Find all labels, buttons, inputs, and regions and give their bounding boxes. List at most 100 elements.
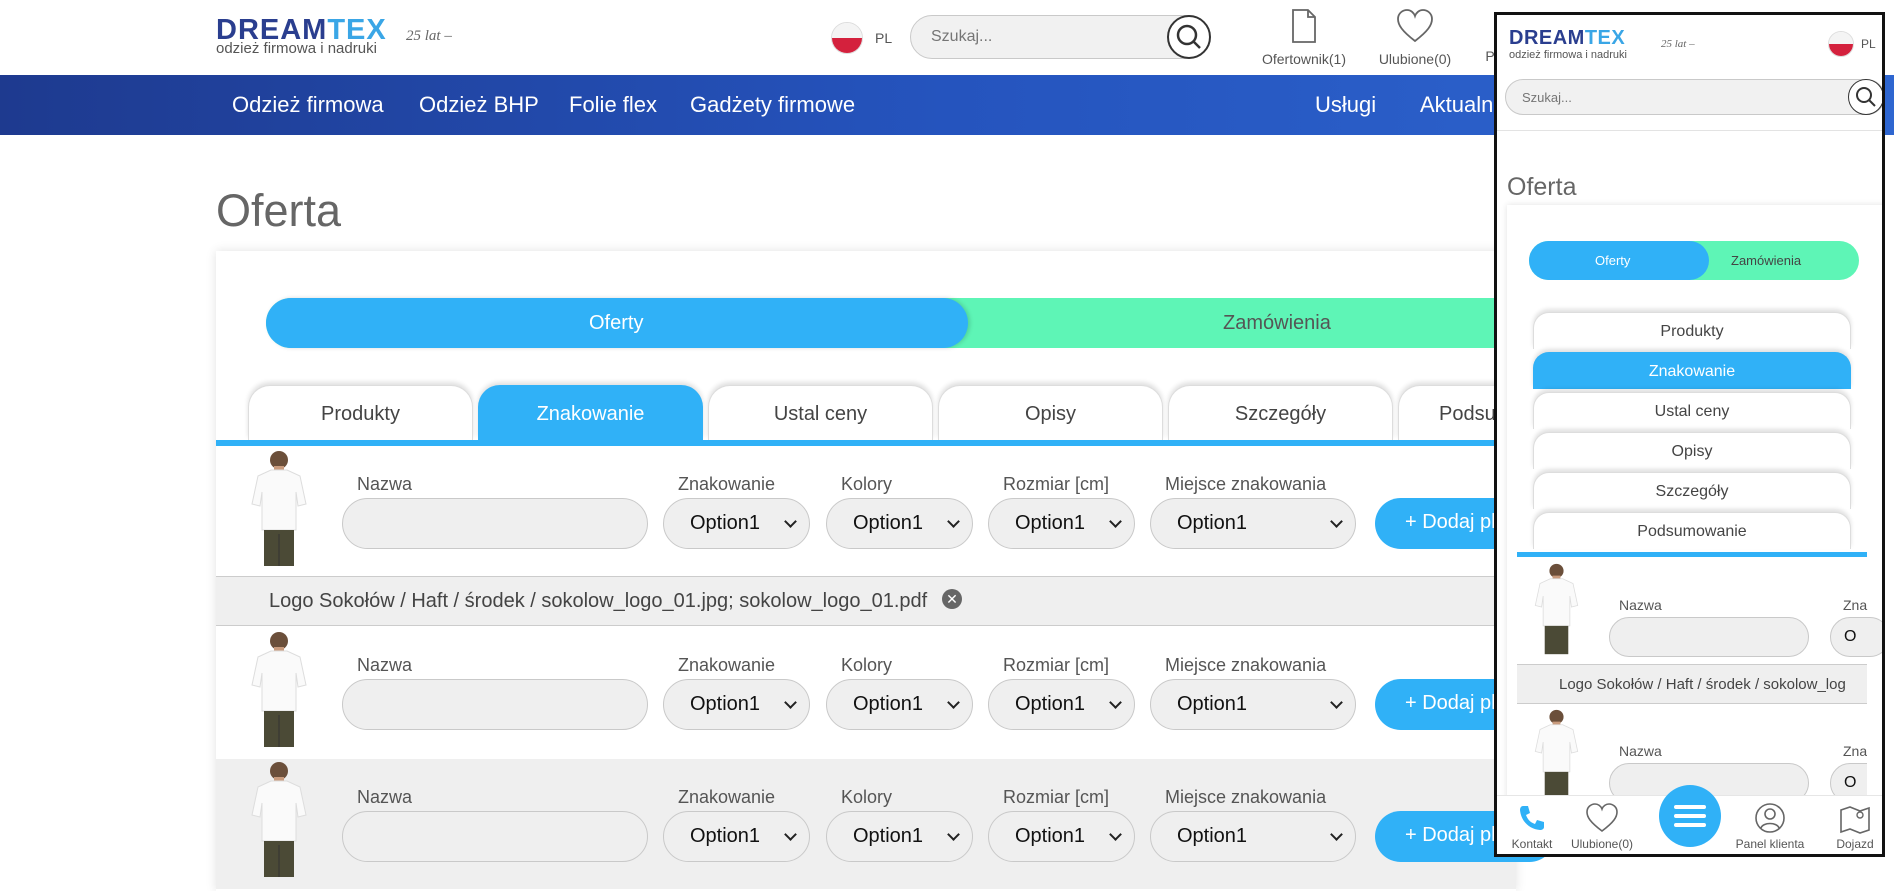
search-input[interactable]: [911, 16, 1209, 58]
mobile-panel-klienta-label: Panel klienta: [1735, 837, 1805, 851]
mobile-znakowanie-value: O: [1844, 628, 1857, 645]
mobile-page-title: Oferta: [1507, 173, 1577, 201]
mobile-znakowanie-label: Zna: [1843, 597, 1868, 613]
tshirt-product-image: [251, 632, 307, 747]
rozmiar-label: Rozmiar [cm]: [1003, 787, 1110, 807]
heart-icon: [1397, 9, 1433, 43]
user-icon: [1755, 803, 1785, 833]
nav-uslugi[interactable]: Usługi: [1315, 92, 1376, 118]
remove-icon[interactable]: ✕: [942, 589, 962, 609]
mobile-tab-szczegoly[interactable]: Szczegóły: [1533, 472, 1851, 509]
mobile-search-button[interactable]: [1848, 79, 1882, 115]
logo-marking-summary: Logo Sokołów / Haft / środek / sokolow_l…: [216, 576, 1516, 626]
search-button[interactable]: [1167, 15, 1211, 59]
nazwa-input[interactable]: [342, 679, 648, 730]
offer-order-switch: Oferty Zamówienia: [266, 298, 1566, 348]
mobile-ulubione[interactable]: Ulubione(0): [1563, 802, 1641, 851]
mobile-menu-button[interactable]: [1659, 785, 1721, 847]
page-title: Oferta: [216, 185, 342, 236]
mobile-kontakt[interactable]: Kontakt: [1507, 802, 1557, 851]
map-icon: [1840, 806, 1870, 834]
mobile-logo-years: 25 lat –: [1661, 38, 1695, 50]
mobile-nazwa-input[interactable]: [1609, 763, 1809, 795]
nav-gadzety-firmowe[interactable]: Gadżety firmowe: [690, 92, 855, 118]
ofertownik-link[interactable]: Ofertownik(1): [1254, 8, 1354, 67]
chevron-down-icon: [784, 515, 797, 528]
nav-odziez-bhp[interactable]: Odzież BHP: [419, 92, 539, 118]
mobile-preview: DREAMTEX odzież firmowa i nadruki 25 lat…: [1494, 12, 1885, 857]
language-label[interactable]: PL: [875, 30, 892, 46]
znakowanie-label: Znakowanie: [678, 655, 776, 675]
hamburger-icon-line: [1674, 823, 1706, 827]
miejsce-select[interactable]: Option1: [1150, 498, 1356, 549]
mobile-search-box: [1505, 79, 1882, 115]
chevron-down-icon: [1109, 828, 1122, 841]
tab-opisy[interactable]: Opisy: [938, 385, 1163, 440]
mobile-kontakt-label: Kontakt: [1511, 837, 1553, 851]
nav-odziez-firmowa[interactable]: Odzież firmowa: [232, 92, 384, 118]
rozmiar-select[interactable]: Option1: [988, 498, 1135, 549]
kolory-label: Kolory: [841, 655, 893, 675]
hamburger-icon-line: [1674, 814, 1706, 818]
mobile-tab-podsumowanie[interactable]: Podsumowanie: [1533, 512, 1851, 549]
mobile-panel-klienta[interactable]: Panel klienta: [1731, 802, 1809, 851]
miejsce-value: Option1: [1177, 693, 1248, 715]
mobile-search-input[interactable]: [1506, 80, 1882, 114]
nazwa-input[interactable]: [342, 498, 648, 549]
rozmiar-select[interactable]: Option1: [988, 811, 1135, 862]
znakowanie-select[interactable]: Option1: [663, 811, 810, 862]
logo-marking-text: Logo Sokołów / Haft / środek / sokolow_l…: [269, 590, 928, 612]
chevron-down-icon: [947, 515, 960, 528]
kolory-select[interactable]: Option1: [826, 811, 973, 862]
mobile-pl-flag-icon[interactable]: [1828, 31, 1854, 57]
mobile-logo-marking-text: Logo Sokołów / Haft / środek / sokolow_l…: [1559, 676, 1846, 693]
nazwa-label: Nazwa: [357, 787, 413, 807]
ulubione-label: Ulubione(0): [1378, 51, 1452, 67]
mobile-znakowanie-select[interactable]: O: [1830, 617, 1882, 657]
mobile-segment-oferty-label: Oferty: [1595, 253, 1631, 268]
mobile-segment-zamowienia-label: Zamówienia: [1731, 253, 1802, 268]
miejsce-label: Miejsce znakowania: [1165, 474, 1327, 494]
search-icon: [1856, 87, 1876, 107]
miejsce-select[interactable]: Option1: [1150, 811, 1356, 862]
mobile-divider: [1497, 130, 1882, 131]
mobile-language-label[interactable]: PL: [1861, 37, 1876, 51]
miejsce-label: Miejsce znakowania: [1165, 655, 1327, 675]
mobile-tab-produkty[interactable]: Produkty: [1533, 312, 1851, 349]
nav-aktualnosci[interactable]: Aktualn: [1420, 92, 1493, 118]
pl-flag-icon[interactable]: [831, 22, 863, 54]
tab-produkty[interactable]: Produkty: [248, 385, 473, 440]
nav-folie-flex[interactable]: Folie flex: [569, 92, 657, 118]
mobile-nazwa-input[interactable]: [1609, 617, 1809, 657]
chevron-down-icon: [1330, 828, 1343, 841]
tshirt-product-image: [1534, 709, 1579, 795]
mobile-logo[interactable]: DREAMTEX: [1509, 27, 1625, 50]
tshirt-product-image: [251, 451, 307, 566]
chevron-down-icon: [1109, 696, 1122, 709]
mobile-znakowanie-select[interactable]: O: [1830, 763, 1867, 795]
chevron-down-icon: [784, 696, 797, 709]
mobile-tab-ustal-ceny[interactable]: Ustal ceny: [1533, 392, 1851, 429]
kolory-select[interactable]: Option1: [826, 679, 973, 730]
kolory-value: Option1: [853, 512, 924, 534]
rozmiar-label: Rozmiar [cm]: [1003, 655, 1110, 675]
znakowanie-select[interactable]: Option1: [663, 498, 810, 549]
miejsce-select[interactable]: Option1: [1150, 679, 1356, 730]
tab-szczegoly[interactable]: Szczegóły: [1168, 385, 1393, 440]
miejsce-value: Option1: [1177, 512, 1248, 534]
mobile-tab-znakowanie[interactable]: Znakowanie: [1533, 352, 1851, 389]
tab-ustal-ceny[interactable]: Ustal ceny: [708, 385, 933, 440]
logo-tagline: odzież firmowa i nadruki: [216, 40, 377, 57]
tshirt-product-image: [251, 762, 307, 877]
kolory-select[interactable]: Option1: [826, 498, 973, 549]
ulubione-link[interactable]: Ulubione(0): [1370, 8, 1460, 67]
mobile-tab-opisy[interactable]: Opisy: [1533, 432, 1851, 469]
znakowanie-select[interactable]: Option1: [663, 679, 810, 730]
rozmiar-select[interactable]: Option1: [988, 679, 1135, 730]
znakowanie-value: Option1: [690, 693, 761, 715]
nazwa-input[interactable]: [342, 811, 648, 862]
mobile-dojazd[interactable]: Dojazd: [1827, 802, 1882, 851]
mobile-offer-order-switch: Oferty Zamówienia: [1529, 241, 1859, 280]
heart-icon: [1586, 803, 1618, 833]
tab-znakowanie[interactable]: Znakowanie: [478, 385, 703, 440]
